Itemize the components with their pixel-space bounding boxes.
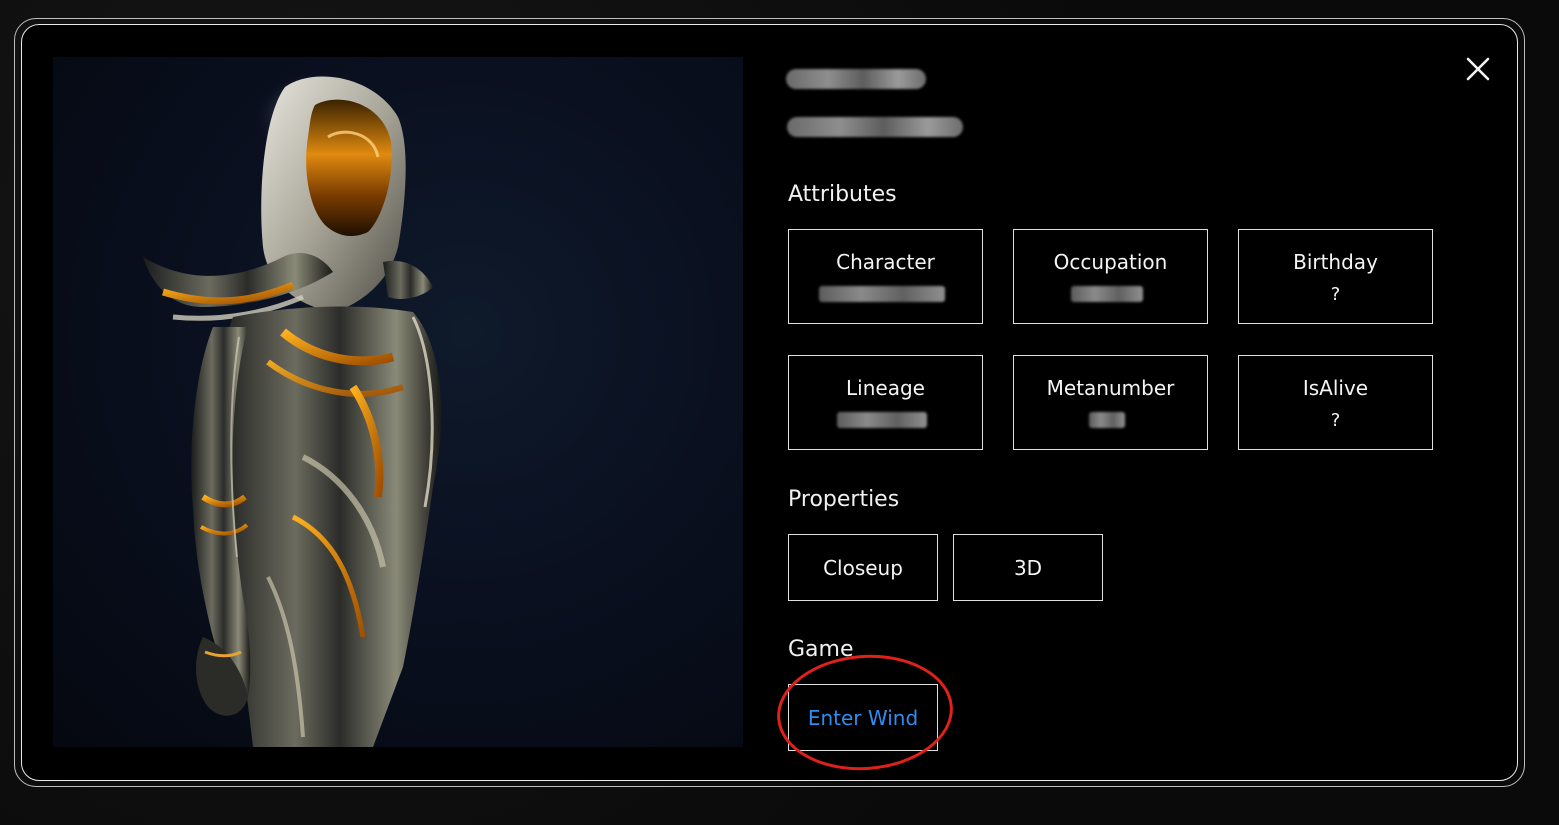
attr-label: Character <box>836 250 935 274</box>
attr-card-isalive: IsAlive ? <box>1238 355 1433 450</box>
attr-label: Lineage <box>846 376 925 400</box>
attr-value-redacted <box>819 286 945 302</box>
attr-card-character: Character <box>788 229 983 324</box>
attr-label: Metanumber <box>1046 376 1175 400</box>
attr-card-occupation: Occupation <box>1013 229 1208 324</box>
attr-card-lineage: Lineage <box>788 355 983 450</box>
attr-label: Birthday <box>1293 250 1378 274</box>
attr-card-metanumber: Metanumber <box>1013 355 1208 450</box>
game-heading: Game <box>788 637 854 662</box>
attr-value-redacted <box>1089 412 1125 428</box>
close-icon[interactable] <box>1462 53 1494 85</box>
character-image <box>53 57 743 747</box>
properties-heading: Properties <box>788 487 900 512</box>
3d-button[interactable]: 3D <box>953 534 1103 601</box>
enter-wind-button[interactable]: Enter Wind <box>788 684 938 751</box>
attr-card-birthday: Birthday ? <box>1238 229 1433 324</box>
attr-label: Occupation <box>1053 250 1168 274</box>
character-name-redacted <box>786 69 926 89</box>
attr-value: ? <box>1330 410 1341 431</box>
attr-label: IsAlive <box>1302 376 1369 400</box>
attr-value-redacted <box>837 412 927 428</box>
attributes-heading: Attributes <box>788 182 897 207</box>
closeup-button[interactable]: Closeup <box>788 534 938 601</box>
attr-value-redacted <box>1071 286 1143 302</box>
character-subtitle-redacted <box>787 117 963 137</box>
attr-value: ? <box>1330 284 1341 305</box>
